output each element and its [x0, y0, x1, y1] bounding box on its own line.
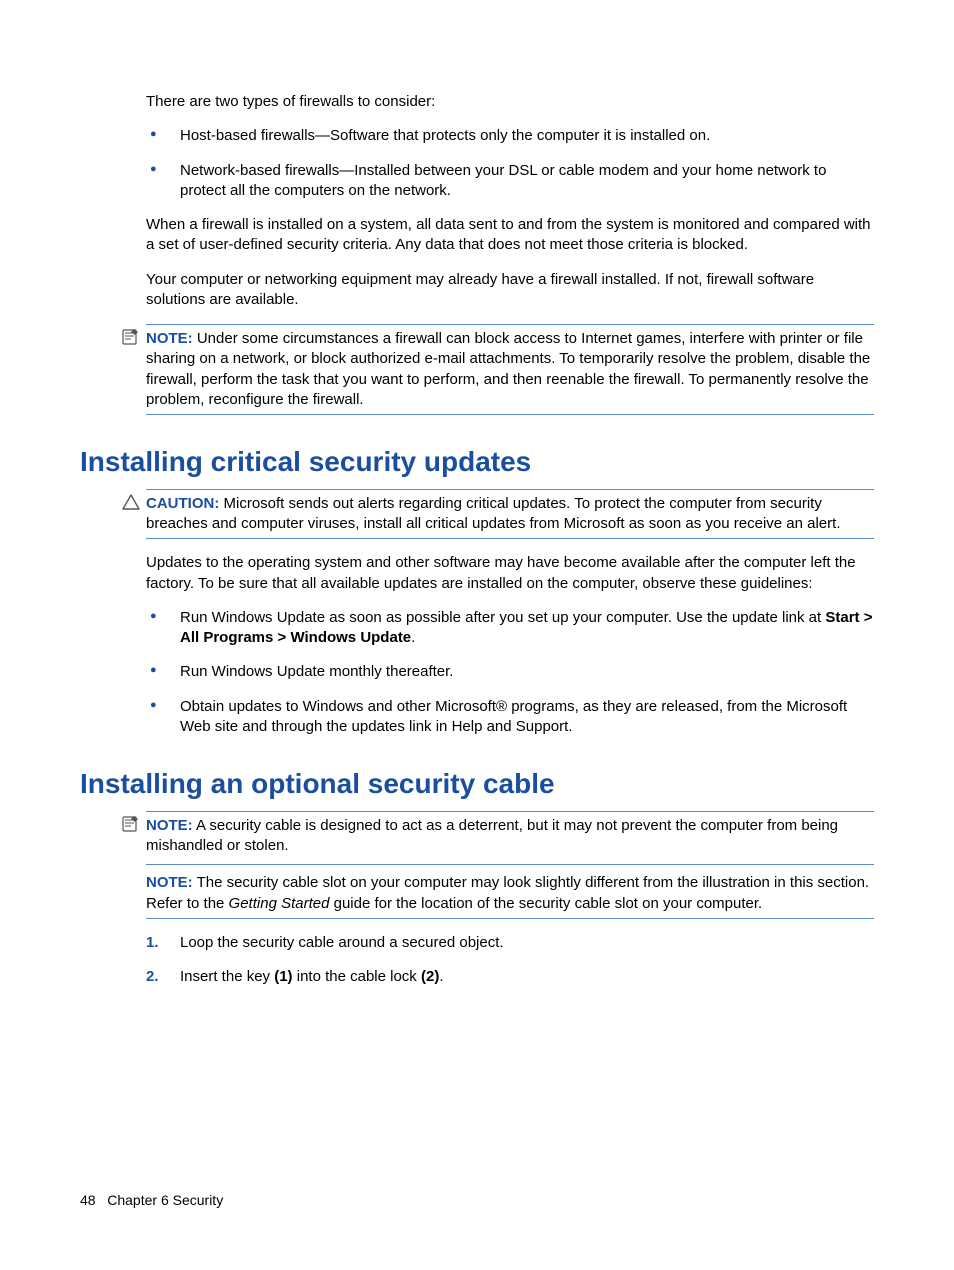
heading-security-cable: Installing an optional security cable [80, 765, 874, 803]
note-icon [122, 328, 140, 346]
note-body: guide for the location of the security c… [329, 895, 762, 912]
caution-body: Microsoft sends out alerts regarding cri… [146, 495, 840, 532]
note-1: NOTE: A security cable is designed to ac… [146, 812, 874, 861]
note-group: NOTE: A security cable is designed to ac… [146, 811, 874, 919]
ref-num: (2) [421, 968, 439, 985]
note-body-text: Under some circumstances a firewall can … [146, 330, 870, 408]
guidelines-list: Run Windows Update as soon as possible a… [146, 608, 874, 737]
step-text: into the cable lock [293, 968, 421, 985]
chapter-label: Chapter 6 Security [107, 1192, 223, 1208]
note-callout: NOTE: Under some circumstances a firewal… [146, 324, 874, 415]
step-item: Loop the security cable around a secured… [146, 933, 874, 953]
heading-critical-updates: Installing critical security updates [80, 443, 874, 481]
list-item: Run Windows Update as soon as possible a… [146, 608, 874, 649]
step-item: Insert the key (1) into the cable lock (… [146, 967, 874, 987]
ref-num: (1) [274, 968, 292, 985]
list-item: Run Windows Update monthly thereafter. [146, 662, 874, 682]
list-item: Host-based firewalls—Software that prote… [146, 126, 874, 146]
body-text: When a firewall is installed on a system… [146, 215, 874, 256]
note-icon [122, 815, 140, 833]
guide-name: Getting Started [229, 895, 330, 912]
note-label: NOTE: [146, 874, 193, 891]
critical-updates-body: CAUTION: Microsoft sends out alerts rega… [146, 489, 874, 737]
page-number: 48 [80, 1192, 96, 1208]
note-label: NOTE: [146, 330, 193, 347]
firewall-types-list: Host-based firewalls—Software that prote… [146, 126, 874, 201]
note-body: A security cable is designed to act as a… [146, 817, 838, 854]
security-cable-body: NOTE: A security cable is designed to ac… [146, 811, 874, 988]
firewall-intro: There are two types of firewalls to cons… [146, 92, 874, 415]
page-footer: 48 Chapter 6 Security [80, 1191, 223, 1210]
install-steps: Loop the security cable around a secured… [146, 933, 874, 988]
body-text: Your computer or networking equipment ma… [146, 270, 874, 311]
list-text: Run Windows Update as soon as possible a… [180, 609, 825, 626]
caution-label: CAUTION: [146, 495, 219, 512]
note-label: NOTE: [146, 817, 193, 834]
body-text: Updates to the operating system and othe… [146, 553, 874, 594]
document-page: There are two types of firewalls to cons… [0, 0, 954, 1270]
list-item: Obtain updates to Windows and other Micr… [146, 697, 874, 738]
note-2: NOTE: The security cable slot on your co… [146, 864, 874, 918]
intro-text: There are two types of firewalls to cons… [146, 92, 874, 112]
step-text: Insert the key [180, 968, 274, 985]
step-text: . [439, 968, 443, 985]
list-text: . [411, 629, 415, 646]
caution-callout: CAUTION: Microsoft sends out alerts rega… [146, 489, 874, 540]
caution-icon [122, 493, 140, 511]
list-item: Network-based firewalls—Installed betwee… [146, 161, 874, 202]
